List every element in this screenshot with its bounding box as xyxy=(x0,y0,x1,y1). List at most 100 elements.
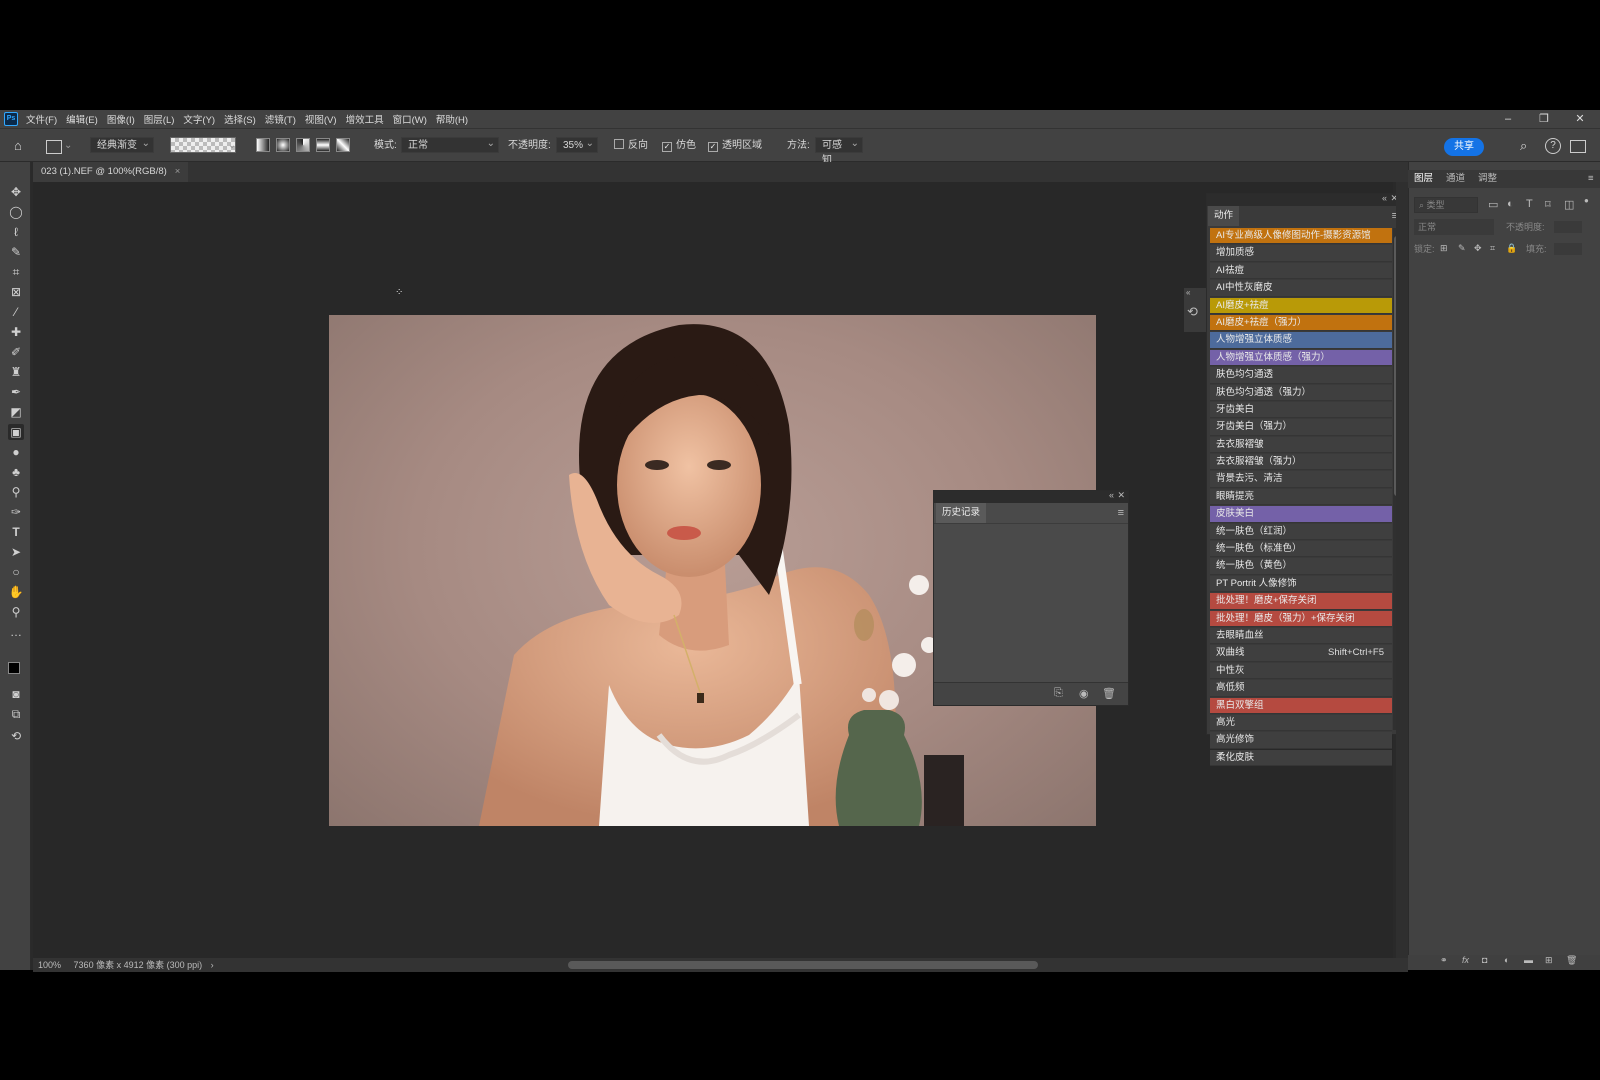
ellipse-tool-icon[interactable]: ○ xyxy=(8,564,24,580)
document-tab[interactable]: 023 (1).NEF @ 100%(RGB/8) × xyxy=(33,162,189,182)
reflected-gradient-icon[interactable] xyxy=(316,138,330,152)
action-item[interactable]: 批处理！磨皮+保存关闭 xyxy=(1210,593,1392,610)
menu-layer[interactable]: 图层(L) xyxy=(144,112,175,126)
diamond-gradient-icon[interactable] xyxy=(336,138,350,152)
camera-icon[interactable]: ◉ xyxy=(1079,687,1089,700)
shape-filter-icon[interactable]: ⌑ xyxy=(1545,198,1551,211)
type-tool-icon[interactable]: T xyxy=(8,524,24,540)
chevron-right-icon[interactable]: › xyxy=(211,960,214,970)
search-icon[interactable]: ⌕ xyxy=(1520,138,1527,154)
action-item[interactable]: 牙齿美白 xyxy=(1210,401,1392,419)
layer-opacity-input[interactable] xyxy=(1554,221,1582,233)
trash-icon[interactable]: 🗑 xyxy=(1566,955,1577,966)
action-item[interactable]: 肤色均匀通透 xyxy=(1210,367,1392,384)
action-item[interactable]: 统一肤色（标准色） xyxy=(1210,541,1392,558)
document-info[interactable]: 7360 像素 x 4912 像素 (300 ppi) xyxy=(74,960,203,970)
lock-transparent-icon[interactable]: ⊞ xyxy=(1440,243,1448,254)
history-panel-tab[interactable]: 历史记录 xyxy=(936,503,987,523)
expand-icon[interactable]: « xyxy=(1186,288,1190,297)
lasso-tool-icon[interactable]: ℓ xyxy=(8,224,24,240)
trash-icon[interactable]: 🗑 xyxy=(1102,687,1116,700)
transparency-checkbox[interactable]: ✓ 透明区域 xyxy=(708,138,762,154)
menu-edit[interactable]: 编辑(E) xyxy=(66,112,98,126)
tab-layers[interactable]: 图层 xyxy=(1414,170,1433,188)
foreground-color-swatch[interactable] xyxy=(8,662,20,674)
lock-paint-icon[interactable]: ✎ xyxy=(1458,243,1466,254)
action-item[interactable]: 统一肤色（红润） xyxy=(1210,523,1392,541)
zoom-tool-icon[interactable]: ⚲ xyxy=(8,604,24,620)
screen-mode-icon[interactable]: ⧉ xyxy=(8,706,24,722)
radial-gradient-icon[interactable] xyxy=(276,138,290,152)
reverse-checkbox[interactable]: 反向 xyxy=(614,138,648,154)
menu-help[interactable]: 帮助(H) xyxy=(436,112,468,126)
panel-menu-icon[interactable]: ≡ xyxy=(1588,170,1594,188)
action-item[interactable]: 黑白双擎组 xyxy=(1210,697,1392,714)
workspace-icon[interactable] xyxy=(1570,140,1586,153)
eraser-tool-icon[interactable]: ◩ xyxy=(8,404,24,420)
action-item[interactable]: 牙齿美白（强力） xyxy=(1210,419,1392,436)
action-item[interactable]: 背景去污、清洁 xyxy=(1210,471,1392,488)
action-item[interactable]: 高光修饰 xyxy=(1210,732,1392,749)
menu-image[interactable]: 图像(I) xyxy=(107,112,135,126)
tab-channels[interactable]: 通道 xyxy=(1446,170,1465,188)
blur-tool-icon[interactable]: ● xyxy=(8,444,24,460)
history-brush-tool-icon[interactable]: ✒ xyxy=(8,384,24,400)
actions-panel-tab[interactable]: 动作 xyxy=(1208,206,1240,226)
angle-gradient-icon[interactable] xyxy=(296,138,310,152)
type-filter-icon[interactable]: T xyxy=(1526,198,1533,210)
action-item[interactable]: PT Portrit 人像修饰 xyxy=(1210,575,1392,593)
home-icon[interactable]: ⌂ xyxy=(14,138,22,154)
action-item[interactable]: 增加质感 xyxy=(1210,245,1392,262)
actions-panel-header[interactable]: « ✕ xyxy=(1207,193,1401,206)
action-item[interactable]: 中性灰 xyxy=(1210,662,1392,680)
add-mask-icon[interactable]: ◘ xyxy=(1482,955,1487,965)
adjustment-layer-icon[interactable]: ◐ xyxy=(1504,955,1509,965)
clone-stamp-tool-icon[interactable]: ♜ xyxy=(8,364,24,380)
action-item[interactable]: 双曲线 Shift+Ctrl+F5 xyxy=(1210,645,1392,662)
filter-toggle-icon[interactable]: ● xyxy=(1584,196,1589,205)
restore-icon[interactable]: ❐ xyxy=(1526,110,1562,128)
smart-object-filter-icon[interactable]: ◫ xyxy=(1564,198,1574,211)
image-filter-icon[interactable]: ▭ xyxy=(1488,198,1498,211)
share-button[interactable]: 共享 xyxy=(1444,138,1484,156)
path-selection-tool-icon[interactable]: ➤ xyxy=(8,544,24,560)
menu-filter[interactable]: 滤镜(T) xyxy=(265,112,296,126)
pen-tool-icon[interactable]: ✑ xyxy=(8,504,24,520)
opacity-input[interactable]: 35% xyxy=(556,136,598,153)
action-item[interactable]: 去衣服褶皱 xyxy=(1210,436,1392,454)
fx-icon[interactable]: fx xyxy=(1462,955,1469,965)
adjustment-filter-icon[interactable]: ◐ xyxy=(1507,198,1514,210)
brush-tool-icon[interactable]: ✐ xyxy=(8,344,24,360)
minimize-icon[interactable]: – xyxy=(1490,110,1526,128)
menu-file[interactable]: 文件(F) xyxy=(26,112,57,126)
canvas-vertical-scrollbar[interactable] xyxy=(1396,182,1408,958)
action-item[interactable]: 皮肤美白 xyxy=(1210,506,1392,523)
menu-view[interactable]: 视图(V) xyxy=(305,112,337,126)
lock-position-icon[interactable]: ✥ xyxy=(1474,243,1482,254)
chevron-down-icon[interactable]: ⌄ xyxy=(228,138,236,154)
history-panel-header[interactable]: « ✕ xyxy=(934,490,1128,503)
action-item[interactable]: AI祛痘 xyxy=(1210,262,1392,280)
lock-all-icon[interactable]: 🔒 xyxy=(1506,243,1517,254)
blend-mode-select[interactable]: 正常 xyxy=(1414,219,1494,235)
collapse-icon[interactable]: « xyxy=(1382,193,1387,203)
quick-select-tool-icon[interactable]: ✎ xyxy=(8,244,24,260)
link-layers-icon[interactable]: ⚭ xyxy=(1440,955,1448,966)
action-item[interactable]: 批处理！磨皮（强力）+保存关闭 xyxy=(1210,610,1392,627)
help-icon[interactable]: ? xyxy=(1545,138,1561,154)
action-item[interactable]: 人物增强立体质感（强力） xyxy=(1210,349,1392,367)
canvas-horizontal-scrollbar[interactable] xyxy=(568,961,1038,969)
collapse-icon[interactable]: « xyxy=(1109,490,1114,500)
tool-preset-icon[interactable] xyxy=(46,140,62,154)
fill-input[interactable] xyxy=(1554,243,1582,255)
history-icon[interactable]: ⟲ xyxy=(1187,304,1198,320)
tab-adjustments[interactable]: 调整 xyxy=(1478,170,1497,188)
sponge-tool-icon[interactable]: ⚲ xyxy=(8,484,24,500)
close-window-icon[interactable]: ✕ xyxy=(1562,110,1598,128)
action-item[interactable]: AI专业高级人像修图动作-摄影资源馆 xyxy=(1210,228,1392,245)
close-tab-icon[interactable]: × xyxy=(175,166,181,177)
new-document-from-state-icon[interactable]: ⎘ xyxy=(1054,687,1063,700)
action-item[interactable]: 高低频 xyxy=(1210,680,1392,697)
action-item[interactable]: AI磨皮+祛痘 xyxy=(1210,297,1392,314)
action-item[interactable]: 去衣服褶皱（强力） xyxy=(1210,454,1392,471)
